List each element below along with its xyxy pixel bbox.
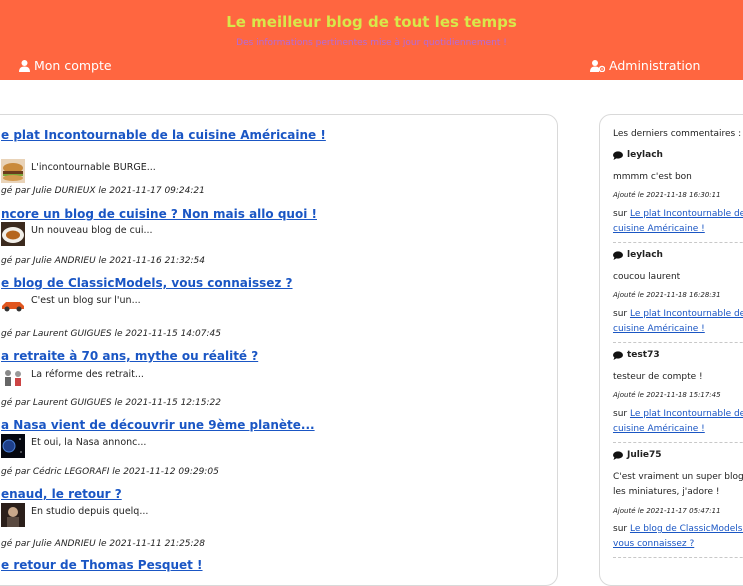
post-meta: gé par Julie DURIEUX le 2021-11-17 09:24… <box>1 186 205 196</box>
comment-text: C'est vraiment un super blog sur les min… <box>613 472 743 497</box>
comment-target-prefix: sur <box>613 524 628 534</box>
comment-bubble-icon <box>613 450 623 460</box>
site-title: Le meilleur blog de tout les temps <box>226 13 517 31</box>
post-thumbnail <box>1 366 25 390</box>
comment-target: sur Le plat Incontournable de la cuisine… <box>613 207 743 237</box>
post-thumbnail <box>1 503 25 527</box>
post-title-link[interactable]: a Nasa vient de découvrir une 9ème planè… <box>1 418 315 432</box>
user-gear-icon <box>590 59 605 72</box>
comment-bubble-icon <box>613 250 623 260</box>
nav-admin-label: Administration <box>609 58 701 73</box>
comments-heading: Les derniers commentaires : <box>613 129 742 139</box>
post-excerpt: Et oui, la Nasa annonc... <box>31 437 147 448</box>
comment-author: Julie75 <box>613 450 662 460</box>
post-excerpt: En studio depuis quelq... <box>31 506 149 517</box>
comment-date: Ajouté le 2021-11-18 16:28:31 <box>613 291 721 299</box>
comment-author: leylach <box>613 250 663 260</box>
post-thumbnail <box>1 159 25 183</box>
post-excerpt: Un nouveau blog de cui... <box>31 225 153 236</box>
nav-account-link[interactable]: Mon compte <box>19 58 112 73</box>
posts-panel: e plat Incontournable de la cuisine Amér… <box>0 114 558 586</box>
comment-target: sur Le plat Incontournable de la cuisine… <box>613 307 743 337</box>
comment-author-name: leylach <box>627 250 663 260</box>
post-thumbnail <box>1 292 25 316</box>
nav-account-label: Mon compte <box>34 58 112 73</box>
comment-target-prefix: sur <box>613 409 628 419</box>
post-thumbnail <box>1 434 25 458</box>
post-meta: gé par Julie ANDRIEU le 2021-11-16 21:32… <box>1 256 206 266</box>
comment-item: leylach mmmm c'est bon Ajouté le 2021-11… <box>613 150 743 243</box>
post-excerpt: L'incontournable BURGE... <box>31 162 156 173</box>
post-title-link[interactable]: e plat Incontournable de la cuisine Amér… <box>1 128 326 142</box>
comment-target: sur Le plat Incontournable de la cuisine… <box>613 407 743 437</box>
comment-author-name: leylach <box>627 150 663 160</box>
post-excerpt: La réforme des retrait... <box>31 369 144 380</box>
post-meta: gé par Laurent GUIGUES le 2021-11-15 14:… <box>1 329 221 339</box>
comment-author: test73 <box>613 350 660 360</box>
site-subtitle: Des informations pertinentes mise à jour… <box>236 38 507 48</box>
comment-target-prefix: sur <box>613 209 628 219</box>
post-meta: gé par Julie ANDRIEU le 2021-11-11 21:25… <box>1 539 206 549</box>
post-title-link[interactable]: e retour de Thomas Pesquet ! <box>1 558 203 572</box>
comment-target-link[interactable]: Le plat Incontournable de la cuisine Amé… <box>613 309 743 334</box>
comment-bubble-icon <box>613 150 623 160</box>
comment-author: leylach <box>613 150 663 160</box>
post-title-link[interactable]: e blog de ClassicModels, vous connaissez… <box>1 276 293 290</box>
comments-panel: Les derniers commentaires : leylach mmmm… <box>599 114 743 586</box>
post-meta: gé par Laurent GUIGUES le 2021-11-15 12:… <box>1 398 221 408</box>
comment-text: coucou laurent <box>613 272 681 282</box>
comment-text: testeur de compte ! <box>613 372 703 382</box>
comment-target: sur Le blog de ClassicModels, vous conna… <box>613 522 743 552</box>
comment-date: Ajouté le 2021-11-17 05:47:11 <box>613 507 721 515</box>
comment-date: Ajouté le 2021-11-18 16:30:11 <box>613 191 721 199</box>
comment-target-link[interactable]: Le plat Incontournable de la cuisine Amé… <box>613 409 743 434</box>
comment-date: Ajouté le 2021-11-18 15:17:45 <box>613 391 721 399</box>
comment-author-name: Julie75 <box>627 450 662 460</box>
site-header: Le meilleur blog de tout les temps Des i… <box>0 0 743 80</box>
comment-text: mmmm c'est bon <box>613 172 692 182</box>
post-excerpt: C'est un blog sur l'un... <box>31 295 141 306</box>
comment-target-link[interactable]: Le blog de ClassicModels, vous connaisse… <box>613 524 743 549</box>
comment-bubble-icon <box>613 350 623 360</box>
nav-admin-link[interactable]: Administration <box>590 58 700 73</box>
post-meta: gé par Cédric LEGORAFI le 2021-11-12 09:… <box>1 467 219 477</box>
post-thumbnail <box>1 222 25 246</box>
comment-target-link[interactable]: Le plat Incontournable de la cuisine Amé… <box>613 209 743 234</box>
comment-item: Julie75 C'est vraiment un super blog sur… <box>613 450 743 558</box>
post-title-link[interactable]: a retraite à 70 ans, mythe ou réalité ? <box>1 349 258 363</box>
comment-author-name: test73 <box>627 350 660 360</box>
post-title-link[interactable]: enaud, le retour ? <box>1 487 122 501</box>
post-title-link[interactable]: ncore un blog de cuisine ? Non mais allo… <box>1 207 317 221</box>
comment-item: test73 testeur de compte ! Ajouté le 202… <box>613 350 743 443</box>
user-icon <box>19 59 30 72</box>
comment-item: leylach coucou laurent Ajouté le 2021-11… <box>613 250 743 343</box>
comment-target-prefix: sur <box>613 309 628 319</box>
